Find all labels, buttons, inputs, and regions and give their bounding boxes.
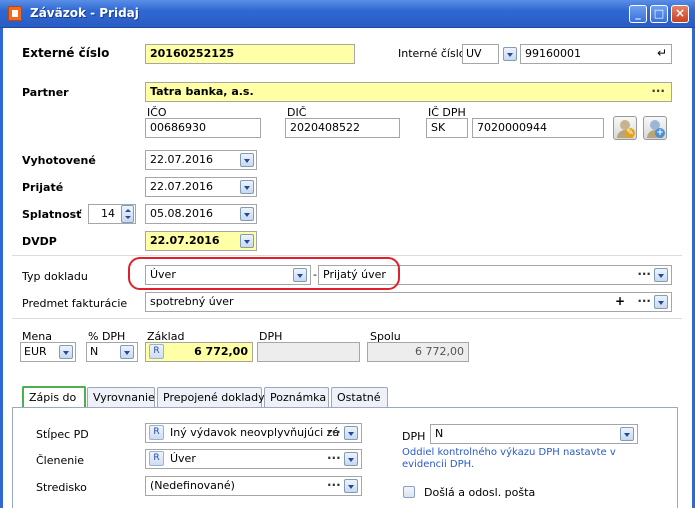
- mail-label: Došlá a odosl. pošta: [424, 486, 536, 499]
- partner-label: Partner: [22, 86, 69, 99]
- total-amount-input: 6 772,00: [367, 342, 469, 362]
- ellipsis-icon[interactable]: ···: [637, 267, 651, 281]
- person-edit-icon[interactable]: ✎: [613, 116, 637, 140]
- plus-icon[interactable]: +: [615, 294, 625, 308]
- partner-name: Tatra banka, a.s.: [150, 85, 254, 98]
- vat-amount-input: [257, 342, 360, 362]
- ico-input[interactable]: 00686930: [145, 118, 261, 138]
- ellipsis-icon[interactable]: ···: [327, 478, 341, 492]
- internal-number-value: 99160001: [525, 47, 581, 60]
- internal-series-select[interactable]: UV: [462, 44, 499, 64]
- dvdp-label: DVDP: [22, 235, 57, 248]
- chevron-down-icon[interactable]: [240, 207, 254, 221]
- tab-zapis-do[interactable]: Zápis do: [22, 386, 86, 408]
- minimize-button[interactable]: _: [629, 5, 647, 23]
- mail-checkbox[interactable]: [403, 486, 415, 498]
- issued-label: Vyhotovené: [22, 154, 96, 167]
- icdph-input[interactable]: 7020000944: [472, 118, 604, 138]
- center-label: Stredisko: [36, 481, 87, 494]
- arrow-return-icon[interactable]: ↵: [657, 46, 667, 60]
- divider: [12, 318, 682, 319]
- chevron-down-icon[interactable]: [503, 47, 517, 61]
- rounding-badge[interactable]: R: [149, 425, 164, 440]
- window-title: Záväzok - Pridaj: [30, 6, 139, 20]
- chevron-down-icon[interactable]: [240, 234, 254, 248]
- zapis-vat-label: DPH: [402, 430, 426, 443]
- tab-poznamka[interactable]: Poznámka: [264, 387, 329, 407]
- chevron-down-icon[interactable]: [654, 268, 668, 282]
- close-button[interactable]: ×: [671, 5, 689, 23]
- maximize-button[interactable]: □: [650, 5, 668, 23]
- received-label: Prijaté: [22, 181, 64, 194]
- rounding-badge[interactable]: R: [149, 344, 164, 359]
- due-label: Splatnosť: [22, 208, 82, 221]
- external-number-label: Externé číslo: [22, 46, 110, 60]
- chevron-down-icon[interactable]: [240, 180, 254, 194]
- dic-input[interactable]: 2020408522: [285, 118, 400, 138]
- doc-type-highlight: [128, 257, 400, 290]
- ellipsis-icon[interactable]: ···: [651, 84, 665, 98]
- partner-input[interactable]: Tatra banka, a.s. ···: [145, 82, 672, 102]
- person-add-icon[interactable]: +: [643, 116, 667, 140]
- internal-number-input[interactable]: 99160001 ↵: [520, 44, 672, 64]
- icdph-prefix-input[interactable]: SK: [426, 118, 468, 138]
- chevron-down-icon[interactable]: [344, 426, 358, 440]
- chevron-down-icon[interactable]: [120, 345, 134, 359]
- ellipsis-icon[interactable]: ···: [327, 425, 341, 439]
- division-label: Členenie: [36, 454, 85, 467]
- zapis-vat-select[interactable]: N: [430, 424, 638, 444]
- chevron-down-icon[interactable]: [344, 479, 358, 493]
- chevron-down-icon[interactable]: [59, 345, 73, 359]
- tab-vyrovnanie[interactable]: Vyrovnanie: [87, 387, 155, 407]
- internal-number-label: Interné číslo: [398, 47, 466, 60]
- chevron-down-icon[interactable]: [620, 427, 634, 441]
- chevron-down-icon[interactable]: [344, 452, 358, 466]
- vat-note: Oddiel kontrolného výkazu DPH nastavte v…: [402, 447, 616, 470]
- ellipsis-icon[interactable]: ···: [637, 294, 651, 308]
- subject-label: Predmet fakturácie: [22, 297, 128, 310]
- divider: [12, 255, 682, 256]
- tab-prepojene-doklady[interactable]: Prepojené doklady: [157, 387, 265, 407]
- ellipsis-icon[interactable]: ···: [327, 451, 341, 465]
- doc-type-label: Typ dokladu: [22, 270, 88, 283]
- column-pd-label: Stĺpec PD: [36, 428, 89, 441]
- document-icon: [8, 6, 22, 21]
- spin-arrows-icon[interactable]: [121, 205, 134, 223]
- chevron-down-icon[interactable]: [654, 295, 668, 309]
- subject-value: spotrebný úver: [150, 295, 234, 308]
- rounding-badge[interactable]: R: [149, 451, 164, 466]
- subject-input[interactable]: spotrebný úver + ···: [145, 292, 672, 312]
- tab-ostatne[interactable]: Ostatné: [331, 387, 388, 407]
- chevron-down-icon[interactable]: [240, 153, 254, 167]
- external-number-input[interactable]: 20160252125: [145, 44, 355, 64]
